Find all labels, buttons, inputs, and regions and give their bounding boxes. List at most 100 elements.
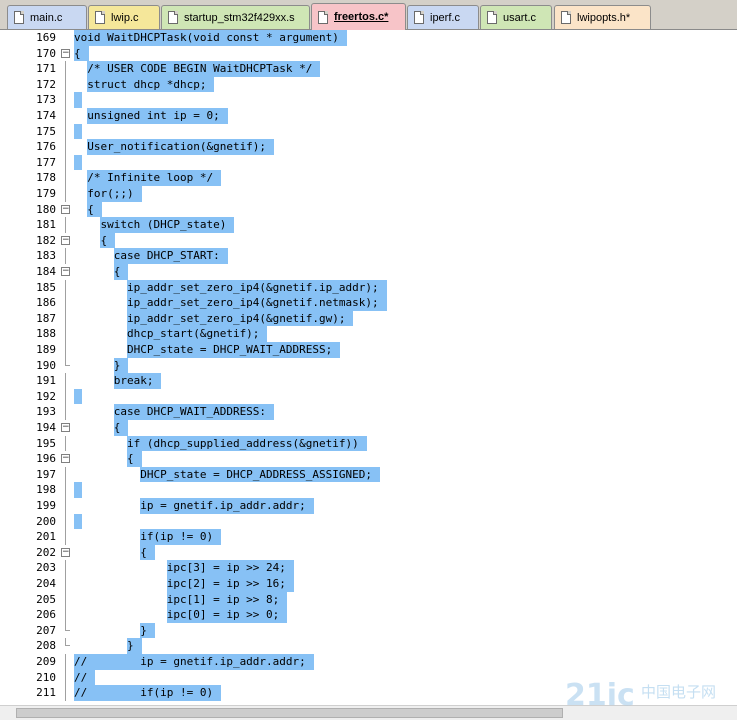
fold-toggle-icon[interactable]: − xyxy=(61,423,70,432)
tab-usart-c[interactable]: usart.c xyxy=(480,5,552,29)
code-line[interactable]: 211 // if(ip != 0) xyxy=(0,685,737,701)
fold-end-marker xyxy=(65,645,70,647)
code-line[interactable]: 176 User_notification(&gnetif); xyxy=(0,139,737,155)
code-line[interactable]: 209 // ip = gnetif.ip_addr.addr; xyxy=(0,654,737,670)
scrollbar-thumb[interactable] xyxy=(16,708,563,718)
fold-guide xyxy=(65,123,66,140)
code-line[interactable]: 210 // xyxy=(0,669,737,686)
code-line[interactable]: 186 ip_addr_set_zero_ip4(&gnetif.netmask… xyxy=(0,295,737,311)
fold-toggle-icon[interactable]: − xyxy=(61,48,70,58)
code-line[interactable]: 204 ipc[2] = ip >> 16; xyxy=(0,576,737,592)
fold-toggle-icon[interactable]: − xyxy=(61,547,70,557)
code-line[interactable]: 195 if (dhcp_supplied_address(&gnetif)) xyxy=(0,435,737,452)
code-line[interactable]: 190 } xyxy=(0,357,737,374)
code-line[interactable]: 178 /* Infinite loop */ xyxy=(0,170,737,186)
tab-iperf-c[interactable]: iperf.c xyxy=(407,5,479,29)
selection-highlight xyxy=(74,123,82,140)
line-number: 211 xyxy=(36,686,56,700)
code-line[interactable]: 172 struct dhcp *dhcp; xyxy=(0,76,737,93)
code-line[interactable]: 175 xyxy=(0,123,737,140)
line-number: 198 xyxy=(36,483,56,497)
fold-toggle-icon[interactable]: − xyxy=(61,235,70,245)
code-line[interactable]: 192 xyxy=(0,388,737,405)
line-number: 199 xyxy=(36,499,56,512)
code-editor[interactable]: 169 void WaitDHCPTask(void const * argume… xyxy=(0,30,737,705)
code-line[interactable]: 188 dhcp_start(&gnetif); xyxy=(0,326,737,342)
fold-end-marker xyxy=(65,629,70,631)
tab-main-c[interactable]: main.c xyxy=(7,5,87,29)
code-text: { xyxy=(74,202,94,216)
code-text: DHCP_state = DHCP_ADDRESS_ASSIGNED; xyxy=(74,467,373,481)
line-number: 185 xyxy=(36,280,56,294)
tab-startup-stm32f429xx-s[interactable]: startup_stm32f429xx.s xyxy=(161,5,310,29)
fold-toggle-icon[interactable]: − xyxy=(61,204,70,214)
line-number: 188 xyxy=(36,327,56,341)
code-line[interactable]: 189 DHCP_state = DHCP_WAIT_ADDRESS; xyxy=(0,342,737,358)
fold-guide xyxy=(65,388,66,405)
code-line[interactable]: 169 void WaitDHCPTask(void const * argume… xyxy=(0,30,737,46)
horizontal-scrollbar[interactable] xyxy=(0,705,737,720)
code-line[interactable]: 196− { xyxy=(0,451,737,467)
fold-guide xyxy=(65,466,66,483)
code-line[interactable]: 199 ip = gnetif.ip_addr.addr; xyxy=(0,498,737,514)
line-number: 182 xyxy=(36,233,56,247)
code-line[interactable]: 173 xyxy=(0,92,737,108)
line-number: 180 xyxy=(36,202,56,216)
code-line[interactable]: 177 xyxy=(0,154,737,171)
code-line[interactable]: 201 if(ip != 0) xyxy=(0,529,737,545)
code-line[interactable]: 180− { xyxy=(0,201,737,218)
file-icon xyxy=(487,11,497,24)
code-line[interactable]: 183 case DHCP_START: xyxy=(0,248,737,264)
line-number: 194 xyxy=(36,421,56,434)
fold-guide xyxy=(65,576,66,592)
code-line[interactable]: 182− { xyxy=(0,232,737,249)
line-number: 206 xyxy=(36,608,56,622)
code-line[interactable]: 185 ip_addr_set_zero_ip4(&gnetif.ip_addr… xyxy=(0,279,737,296)
code-line[interactable]: 203 ipc[3] = ip >> 24; xyxy=(0,560,737,576)
tab-lwip-c[interactable]: lwip.c xyxy=(88,5,160,29)
line-number: 193 xyxy=(36,405,56,419)
code-line[interactable]: 191 break; xyxy=(0,373,737,389)
code-text: if(ip != 0) xyxy=(74,530,214,544)
fold-guide xyxy=(65,217,66,233)
code-text: ipc[1] = ip >> 8; xyxy=(74,592,280,606)
tab-lwipopts-h[interactable]: lwipopts.h* xyxy=(554,5,651,29)
code-line[interactable]: 208 } xyxy=(0,638,737,654)
code-text: break; xyxy=(74,374,154,388)
tab-freertos-c[interactable]: freertos.c* xyxy=(311,3,406,30)
code-line[interactable]: 179 for(;;) xyxy=(0,186,737,202)
line-number: 208 xyxy=(36,639,56,653)
code-line[interactable]: 200 xyxy=(0,513,737,530)
code-line[interactable]: 194− { xyxy=(0,420,737,436)
fold-toggle-icon[interactable]: − xyxy=(61,454,70,464)
code-line[interactable]: 198 xyxy=(0,482,737,498)
file-icon xyxy=(414,11,424,24)
line-number: 175 xyxy=(36,124,56,138)
fold-guide xyxy=(65,92,66,108)
code-line[interactable]: 187 ip_addr_set_zero_ip4(&gnetif.gw); xyxy=(0,310,737,327)
code-line[interactable]: 181 switch (DHCP_state) xyxy=(0,217,737,233)
code-line[interactable]: 207 } xyxy=(0,622,737,639)
code-text: struct dhcp *dhcp; xyxy=(74,77,207,91)
tab-label: startup_stm32f429xx.s xyxy=(184,11,295,24)
code-text: User_notification(&gnetif); xyxy=(74,140,267,154)
code-line[interactable]: 202− { xyxy=(0,544,737,561)
line-number: 197 xyxy=(36,467,56,481)
fold-toggle-icon[interactable]: − xyxy=(61,267,70,276)
line-number: 209 xyxy=(36,655,56,668)
code-line[interactable]: 205 ipc[1] = ip >> 8; xyxy=(0,591,737,608)
code-text: { xyxy=(74,421,121,434)
line-number: 183 xyxy=(36,249,56,263)
code-line[interactable]: 206 ipc[0] = ip >> 0; xyxy=(0,607,737,623)
code-line[interactable]: 193 case DHCP_WAIT_ADDRESS: xyxy=(0,404,737,420)
code-line[interactable]: 197 DHCP_state = DHCP_ADDRESS_ASSIGNED; xyxy=(0,466,737,483)
code-text: void WaitDHCPTask(void const * argument) xyxy=(74,31,339,44)
code-text: { xyxy=(74,452,134,466)
line-number: 172 xyxy=(36,77,56,91)
code-line[interactable]: 184− { xyxy=(0,264,737,280)
file-icon xyxy=(95,11,105,24)
code-line[interactable]: 174 unsigned int ip = 0; xyxy=(0,108,737,124)
line-number: 196 xyxy=(36,452,56,466)
code-line[interactable]: 170−{ xyxy=(0,45,737,62)
code-line[interactable]: 171 /* USER CODE BEGIN WaitDHCPTask */ xyxy=(0,61,737,77)
